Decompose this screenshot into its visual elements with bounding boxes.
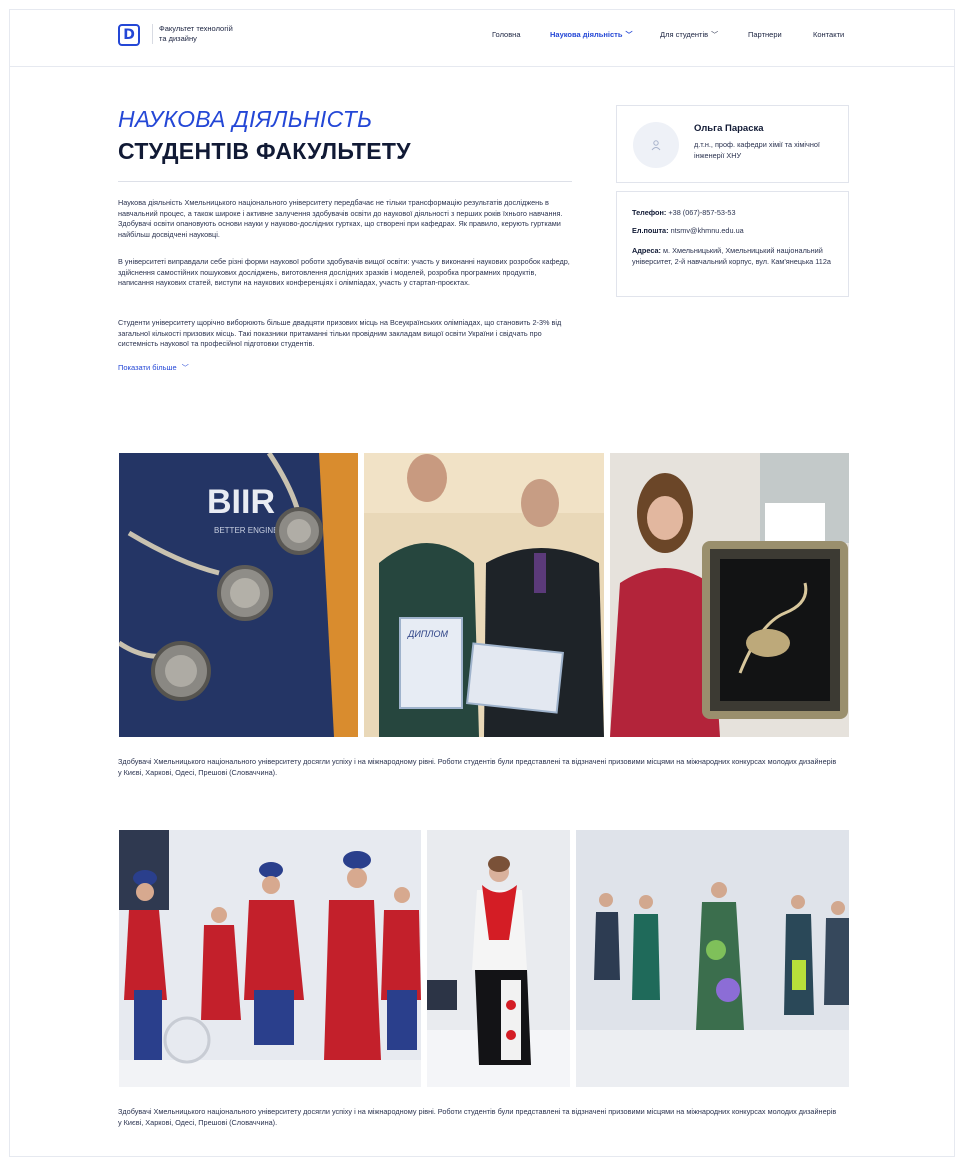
contact-address: Адреса: м. Хмельницький, Хмельницький на… — [632, 246, 831, 266]
intro-paragraph-1: Наукова діяльність Хмельницького націона… — [118, 198, 563, 239]
page-title-line-1: НАУКОВА ДІЯЛЬНІСТЬ — [118, 106, 373, 132]
nav-home[interactable]: Головна — [492, 30, 521, 39]
user-icon — [633, 122, 679, 168]
photo-medals: BIIR BETTER ENGINEERING — [119, 453, 358, 737]
nav-partners[interactable]: Партнери — [748, 30, 782, 39]
photo-diplomas: ДИПЛОМ — [364, 453, 604, 737]
intro-paragraph-2: В університеті виправдали себе різні фор… — [118, 257, 570, 288]
contact-name: Ольга Параска — [694, 123, 764, 134]
chevron-down-icon: ﹀ — [625, 32, 633, 39]
chevron-down-icon: ﹀ — [181, 365, 189, 372]
chevron-down-icon: ﹀ — [711, 32, 719, 39]
site-header: D Факультет технологій та дизайну Головн… — [10, 10, 954, 67]
email-link[interactable]: ntsmv@khmnu.edu.ua — [671, 226, 744, 235]
photo-brand-text: BIIR — [207, 483, 275, 521]
photo-runway-white — [427, 830, 570, 1087]
contact-phone: Телефон: +38 (067)-857-53-53 — [632, 208, 736, 217]
gallery-caption-2: Здобувачі Хмельницького національного ун… — [118, 1107, 837, 1127]
brand-line-1: Факультет технологій — [159, 24, 233, 33]
brand-name[interactable]: Факультет технологій та дизайну — [152, 24, 269, 44]
contact-role: д.т.н., проф. кафедри хімії та хімічної … — [694, 140, 820, 160]
gallery-caption-1: Здобувачі Хмельницького національного ун… — [118, 757, 837, 777]
contact-person-card: Ольга Параска д.т.н., проф. кафедри хімі… — [616, 105, 849, 183]
nav-contacts[interactable]: Контакти — [813, 30, 844, 39]
brand-line-2: та дизайну — [159, 34, 197, 43]
nav-students[interactable]: Для студентів ﹀ — [660, 30, 718, 40]
photo-runway-red — [119, 830, 421, 1087]
divider — [118, 181, 572, 182]
diploma-text: ДИПЛОМ — [407, 629, 448, 639]
show-more-link[interactable]: Показати більше ﹀ — [118, 363, 189, 373]
contact-email: Ел.пошта: ntsmv@khmnu.edu.ua — [632, 226, 744, 235]
nav-science[interactable]: Наукова діяльність ﹀ — [550, 30, 632, 40]
logo-icon[interactable]: D — [118, 24, 140, 46]
page-title-line-2: СТУДЕНТІВ ФАКУЛЬТЕТУ — [118, 138, 411, 164]
phone-link[interactable]: +38 (067)-857-53-53 — [668, 208, 735, 217]
photo-embroidery — [610, 453, 849, 737]
intro-paragraph-3: Студенти університету щорічно виборюють … — [118, 318, 562, 349]
photo-runway-group — [576, 830, 849, 1087]
contact-details-card: Телефон: +38 (067)-857-53-53 Ел.пошта: n… — [616, 191, 849, 297]
